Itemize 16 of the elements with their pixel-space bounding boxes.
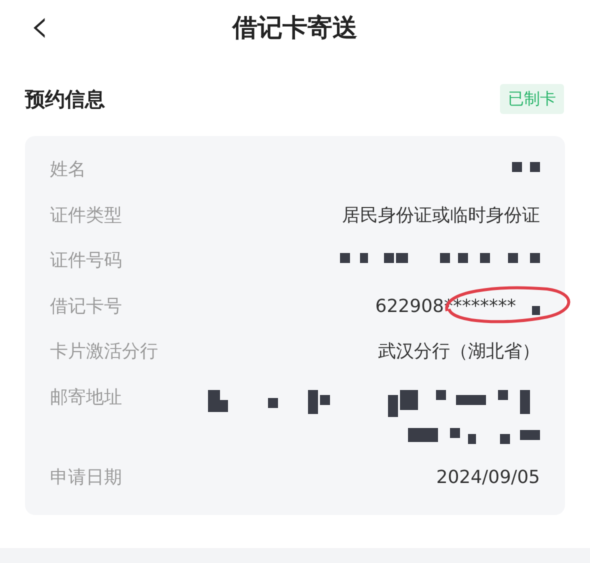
field-label: 证件类型 xyxy=(50,204,122,228)
field-label: 申请日期 xyxy=(50,466,122,490)
page-title: 借记卡寄送 xyxy=(232,12,358,44)
field-label: 证件号码 xyxy=(50,249,122,273)
section-title: 预约信息 xyxy=(25,86,105,113)
field-value: 2024/09/05 xyxy=(436,466,540,490)
redaction-mosaic xyxy=(532,306,540,314)
status-tag: 已制卡 xyxy=(500,84,564,114)
field-value: 武汉分行（湖北省） xyxy=(378,340,540,364)
field-label: 借记卡号 xyxy=(50,294,122,318)
back-button[interactable]: ‹ xyxy=(22,2,58,50)
field-value: 居民身份证或临时身份证 xyxy=(342,204,540,228)
field-label: 邮寄地址 xyxy=(50,386,122,410)
field-label: 卡片激活分行 xyxy=(50,340,158,364)
field-label: 姓名 xyxy=(50,158,86,182)
redaction-mosaic xyxy=(512,162,540,172)
